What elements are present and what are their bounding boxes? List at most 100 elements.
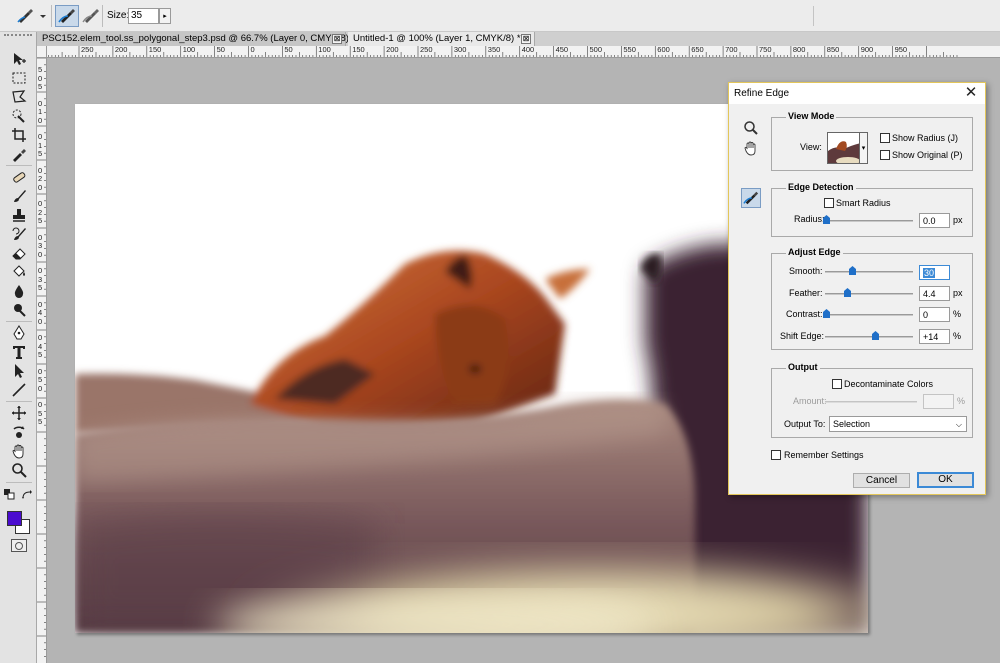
- ruler-h-label: 150: [148, 46, 162, 54]
- feather-slider-track[interactable]: [825, 293, 913, 295]
- default-colors-button[interactable]: [4, 489, 16, 501]
- radius-slider-thumb[interactable]: [823, 215, 830, 224]
- contrast-slider-track[interactable]: [825, 314, 913, 316]
- remember-settings-checkbox[interactable]: [771, 450, 781, 460]
- shift-edge-slider-thumb[interactable]: [872, 331, 879, 340]
- toolbar-divider: [6, 165, 32, 166]
- smooth-input[interactable]: 30: [919, 265, 950, 280]
- refine-radius-brush-icon: [17, 9, 46, 23]
- type-tool[interactable]: [9, 343, 29, 360]
- blur-tool[interactable]: [9, 282, 29, 299]
- erase-refinements-icon: [82, 9, 99, 23]
- history-brush-tool[interactable]: [9, 225, 29, 242]
- options-separator: [51, 5, 52, 27]
- feather-label: Feather:: [789, 288, 823, 298]
- swap-colors-button[interactable]: [21, 489, 33, 501]
- hand-tool[interactable]: [9, 442, 29, 459]
- move-tool[interactable]: [9, 50, 29, 67]
- panel-grip[interactable]: [4, 34, 32, 39]
- size-dropdown-arrow[interactable]: ▸: [159, 8, 171, 24]
- options-separator: [813, 6, 814, 26]
- ruler-v-label: 0: [38, 400, 43, 409]
- swap-arrows-icon: [22, 490, 32, 499]
- polygonal-lasso-tool[interactable]: [9, 88, 29, 105]
- view-label: View:: [800, 142, 822, 152]
- output-to-select[interactable]: Selection ⌵: [829, 416, 967, 432]
- ruler-origin[interactable]: [37, 46, 47, 58]
- view-mode-dropdown[interactable]: ▾: [860, 132, 868, 164]
- smart-radius-checkbox[interactable]: [824, 198, 834, 208]
- radius-input[interactable]: 0.0: [919, 213, 950, 228]
- ruler-h-label: 250: [81, 46, 94, 54]
- radius-slider-track[interactable]: [825, 220, 913, 222]
- decontaminate-colors-checkbox[interactable]: [832, 379, 842, 389]
- paint-bucket-tool[interactable]: [9, 263, 29, 280]
- eraser-tool[interactable]: [9, 244, 29, 261]
- view-mode-thumbnail[interactable]: [827, 132, 860, 164]
- ruler-h-label: 550: [623, 46, 636, 54]
- refine-radius-tool-button[interactable]: [55, 5, 79, 27]
- spot-healing-brush-tool[interactable]: [9, 168, 29, 185]
- path-selection-tool[interactable]: [9, 362, 29, 379]
- dodge-tool[interactable]: [9, 301, 29, 318]
- foreground-color-swatch[interactable]: [7, 511, 22, 526]
- ruler-h-label: 600: [657, 46, 670, 54]
- close-icon[interactable]: ✕: [963, 85, 979, 101]
- vertical-ruler[interactable]: 505010015020025030035040045050055: [37, 58, 47, 663]
- quick-selection-icon: [12, 109, 25, 123]
- ruler-v-label: 5: [38, 350, 43, 359]
- 3d-rotate-tool[interactable]: [9, 404, 29, 421]
- arrow-cursor-icon: [15, 363, 24, 378]
- hand-icon: [744, 141, 756, 156]
- eyedropper-tool[interactable]: [9, 145, 29, 162]
- refine-radius-icon: [58, 9, 75, 23]
- size-input[interactable]: 35: [128, 8, 159, 24]
- erase-refinements-tool-button[interactable]: [79, 5, 103, 27]
- ruler-h-label: 100: [318, 46, 331, 54]
- zoom-tool[interactable]: [9, 461, 29, 478]
- cancel-button[interactable]: Cancel: [853, 473, 910, 488]
- tab-untitled-1[interactable]: Untitled-1 @ 100% (Layer 1, CMYK/8) * ⊠: [348, 32, 535, 46]
- dialog-titlebar[interactable]: Refine Edge ✕: [729, 83, 985, 104]
- tab-label: PSC152.elem_tool.ss_polygonal_step3.psd …: [42, 33, 349, 44]
- ruler-v-label: 0: [38, 115, 43, 125]
- shift-edge-input[interactable]: +14: [919, 329, 950, 344]
- ruler-h-label: 900: [860, 46, 874, 54]
- ruler-v-label: 2: [38, 174, 43, 183]
- close-tab-icon[interactable]: ⊠: [332, 34, 342, 44]
- rectangular-marquee-tool[interactable]: [9, 69, 29, 86]
- 3d-camera-tool[interactable]: [9, 423, 29, 440]
- line-tool[interactable]: [9, 381, 29, 398]
- dialog-zoom-tool[interactable]: [741, 118, 761, 138]
- clone-stamp-tool[interactable]: [9, 206, 29, 223]
- ok-button[interactable]: OK: [917, 472, 974, 488]
- dialog-refine-radius-tool[interactable]: [741, 188, 761, 208]
- shift-edge-slider-track[interactable]: [825, 336, 913, 338]
- ruler-v-label: 1: [38, 107, 43, 116]
- tab-psc152-document[interactable]: PSC152.elem_tool.ss_polygonal_step3.psd …: [37, 32, 349, 46]
- size-label: Size:: [107, 10, 130, 21]
- horizontal-ruler[interactable]: 250 200 150 100 50 0 50 100 150 200 250 300 350 400 45…: [47, 46, 1000, 58]
- smooth-slider-thumb[interactable]: [849, 266, 856, 275]
- feather-slider-thumb[interactable]: [844, 288, 851, 297]
- dialog-hand-tool[interactable]: [741, 138, 761, 158]
- quick-mask-button[interactable]: [11, 539, 27, 552]
- amount-unit: %: [957, 396, 966, 406]
- quick-selection-tool[interactable]: [9, 107, 29, 124]
- tab-label: Untitled-1 @ 100% (Layer 1, CMYK/8) *: [353, 33, 521, 44]
- crop-tool[interactable]: [9, 126, 29, 143]
- close-tab-icon[interactable]: ⊠: [521, 34, 531, 44]
- feather-input[interactable]: 4.4: [919, 286, 950, 301]
- show-radius-checkbox[interactable]: [880, 133, 890, 143]
- smooth-slider-track[interactable]: [825, 271, 913, 273]
- remember-settings-label: Remember Settings: [784, 450, 864, 460]
- ruler-v-label: 0: [38, 266, 43, 275]
- show-original-checkbox[interactable]: [880, 150, 890, 160]
- contrast-input[interactable]: 0: [919, 307, 950, 322]
- contrast-slider-thumb[interactable]: [823, 309, 830, 318]
- move-icon: [14, 52, 26, 65]
- output-to-value: Selection: [833, 419, 871, 429]
- brush-tool[interactable]: [9, 187, 29, 204]
- pen-tool[interactable]: [9, 324, 29, 341]
- tool-preset-picker[interactable]: [14, 5, 48, 27]
